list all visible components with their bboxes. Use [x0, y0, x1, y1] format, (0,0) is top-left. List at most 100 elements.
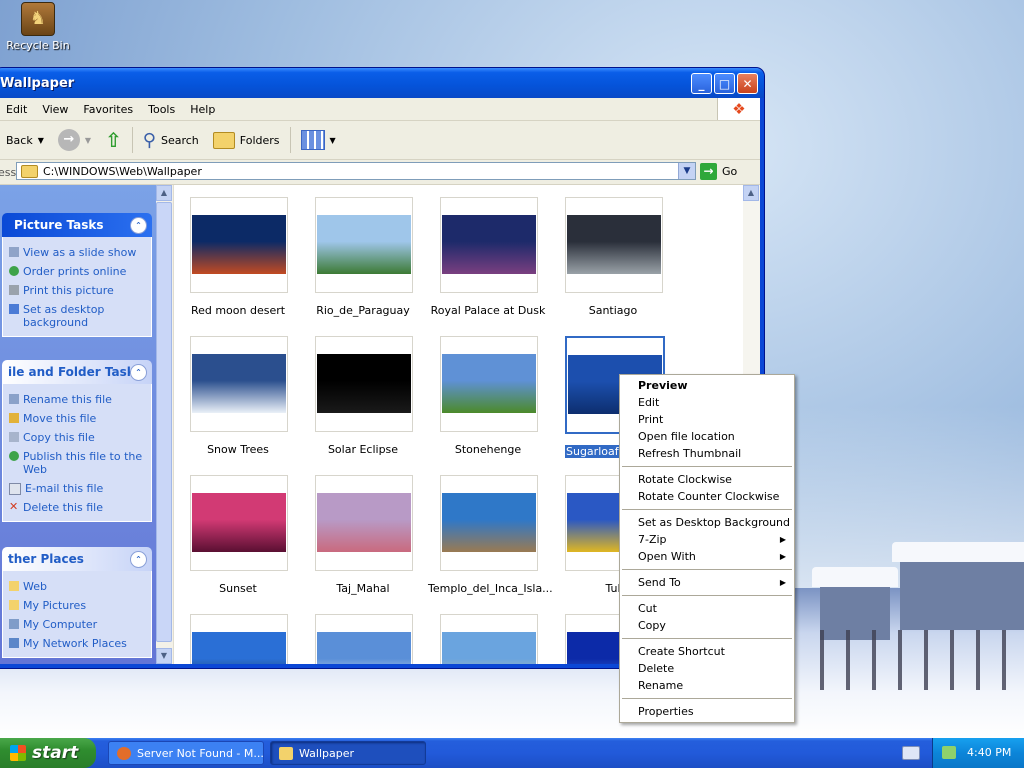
- maximize-button[interactable]: □: [714, 73, 735, 94]
- thumbnail-item[interactable]: Stonehenge: [440, 336, 540, 478]
- task-order-prints[interactable]: Order prints online: [9, 262, 147, 281]
- context-menu-item[interactable]: Send To ▶: [620, 574, 794, 591]
- panel-header[interactable]: Picture Tasks ⌃: [2, 213, 152, 237]
- task-pane: Picture Tasks ⌃ View as a slide show Ord…: [0, 185, 156, 664]
- thumbnail-item[interactable]: Red moon desert: [190, 197, 290, 339]
- task-publish-web[interactable]: Publish this file to the Web: [9, 447, 147, 479]
- thumbnail-item[interactable]: [190, 614, 290, 664]
- context-menu-item[interactable]: Open With ▶: [620, 548, 794, 565]
- menu-separator: [622, 698, 792, 699]
- context-menu-item[interactable]: Print: [620, 411, 794, 428]
- place-web[interactable]: Web: [9, 577, 147, 596]
- context-menu-item[interactable]: Rotate Clockwise: [620, 471, 794, 488]
- thumbnail-item[interactable]: Rio_de_Paraguay: [315, 197, 415, 339]
- task-print-picture[interactable]: Print this picture: [9, 281, 147, 300]
- context-menu-item[interactable]: Edit: [620, 394, 794, 411]
- forward-arrow-icon: →: [57, 129, 80, 151]
- network-tray-icon[interactable]: [942, 746, 956, 759]
- close-button[interactable]: ✕: [737, 73, 758, 94]
- chevron-down-icon: ▼: [84, 135, 92, 145]
- taskbar-button-wallpaper[interactable]: Wallpaper: [270, 741, 426, 765]
- desktop-icon: [9, 304, 19, 314]
- title-bar[interactable]: Wallpaper _ □ ✕: [0, 68, 764, 98]
- context-menu-item[interactable]: Rename: [620, 677, 794, 694]
- context-menu-item[interactable]: Delete: [620, 660, 794, 677]
- scroll-up-icon[interactable]: ▲: [743, 185, 759, 201]
- task-label: Move this file: [23, 412, 97, 425]
- context-menu-item[interactable]: Cut: [620, 600, 794, 617]
- thumbnail-image: [192, 215, 286, 274]
- thumbnail-label: Rio_de_Paraguay: [303, 304, 423, 317]
- thumbnail-item[interactable]: Templo_del_Inca_Isla...: [428, 475, 553, 617]
- file-name: Royal Palace at Dusk: [430, 304, 546, 317]
- task-delete-file[interactable]: ✕ Delete this file: [9, 498, 147, 517]
- context-menu-item[interactable]: Open file location: [620, 428, 794, 445]
- taskbar-button-browser[interactable]: Server Not Found - M...: [108, 741, 264, 765]
- task-set-background[interactable]: Set as desktop background: [9, 300, 147, 332]
- context-menu-item[interactable]: Copy: [620, 617, 794, 634]
- menu-view[interactable]: View: [42, 103, 68, 116]
- minimize-button[interactable]: _: [691, 73, 712, 94]
- forward-button[interactable]: → ▼: [54, 127, 95, 153]
- scroll-up-icon[interactable]: ▲: [156, 185, 172, 201]
- context-menu-item[interactable]: Properties: [620, 703, 794, 720]
- address-dropdown-icon[interactable]: ▼: [678, 163, 695, 179]
- thumbnail-item[interactable]: Santiago: [565, 197, 665, 339]
- thumbnail-image: [442, 493, 536, 552]
- place-my-network[interactable]: My Network Places: [9, 634, 147, 653]
- search-button[interactable]: ⚲ Search: [139, 128, 203, 153]
- thumbnail-item[interactable]: Sunset: [190, 475, 290, 617]
- panel-header[interactable]: ile and Folder Tasks ⌃: [2, 360, 152, 384]
- up-folder-button[interactable]: ⇧: [101, 126, 126, 154]
- collapse-chevron-icon[interactable]: ⌃: [130, 217, 147, 234]
- task-view-slideshow[interactable]: View as a slide show: [9, 243, 147, 262]
- wallpaper-house: [892, 542, 1024, 630]
- menu-edit[interactable]: Edit: [6, 103, 27, 116]
- thumbnail-item[interactable]: [440, 614, 540, 664]
- menu-separator: [622, 509, 792, 510]
- folders-button[interactable]: Folders: [209, 130, 284, 151]
- desktop-icon-recycle-bin[interactable]: ♞ Recycle Bin: [6, 2, 70, 52]
- task-copy-file[interactable]: Copy this file: [9, 428, 147, 447]
- collapse-chevron-icon[interactable]: ⌃: [130, 364, 147, 381]
- context-menu-item[interactable]: Rotate Counter Clockwise: [620, 488, 794, 505]
- context-menu-item[interactable]: Preview: [620, 377, 794, 394]
- thumbnail-item[interactable]: Snow Trees: [190, 336, 290, 478]
- task-move-file[interactable]: Move this file: [9, 409, 147, 428]
- keyboard-icon[interactable]: [902, 746, 920, 760]
- collapse-chevron-icon[interactable]: ⌃: [130, 551, 147, 568]
- file-name: Red moon desert: [190, 304, 286, 317]
- thumbnail-frame: [315, 336, 413, 432]
- thumbnail-frame: [440, 197, 538, 293]
- clock[interactable]: 4:40 PM: [967, 738, 1011, 768]
- task-rename-file[interactable]: Rename this file: [9, 390, 147, 409]
- thumbnail-item[interactable]: Royal Palace at Dusk: [431, 197, 545, 339]
- thumbnail-frame: [190, 197, 288, 293]
- views-button[interactable]: ▼: [297, 128, 340, 152]
- context-menu-item[interactable]: Create Shortcut: [620, 643, 794, 660]
- left-scrollbar[interactable]: ▲ ▼: [156, 185, 174, 664]
- thumbnail-item[interactable]: [315, 614, 415, 664]
- folders-label: Folders: [239, 133, 280, 147]
- start-button[interactable]: start: [0, 738, 96, 768]
- place-my-computer[interactable]: My Computer: [9, 615, 147, 634]
- context-menu-item[interactable]: 7-Zip ▶: [620, 531, 794, 548]
- back-button[interactable]: Back ▼: [2, 132, 48, 149]
- panel-header[interactable]: ther Places ⌃: [2, 547, 152, 571]
- menu-item-label: Cut: [638, 602, 657, 615]
- place-my-pictures[interactable]: My Pictures: [9, 596, 147, 615]
- scroll-down-icon[interactable]: ▼: [156, 648, 172, 664]
- menu-tools[interactable]: Tools: [148, 103, 175, 116]
- context-menu-item[interactable]: Set as Desktop Background: [620, 514, 794, 531]
- task-email-file[interactable]: E-mail this file: [9, 479, 147, 498]
- file-name: Stonehenge: [454, 443, 522, 456]
- thumbnail-item[interactable]: Taj_Mahal: [315, 475, 415, 617]
- menu-favorites[interactable]: Favorites: [83, 103, 133, 116]
- go-button[interactable]: → Go: [700, 163, 737, 180]
- scroll-thumb[interactable]: [156, 202, 172, 642]
- address-input[interactable]: C:\WINDOWS\Web\Wallpaper ▼: [16, 162, 696, 180]
- thumbnail-item[interactable]: Solar Eclipse: [315, 336, 415, 478]
- context-menu-item[interactable]: Refresh Thumbnail: [620, 445, 794, 462]
- menu-help[interactable]: Help: [190, 103, 215, 116]
- chevron-down-icon[interactable]: ▼: [38, 136, 44, 145]
